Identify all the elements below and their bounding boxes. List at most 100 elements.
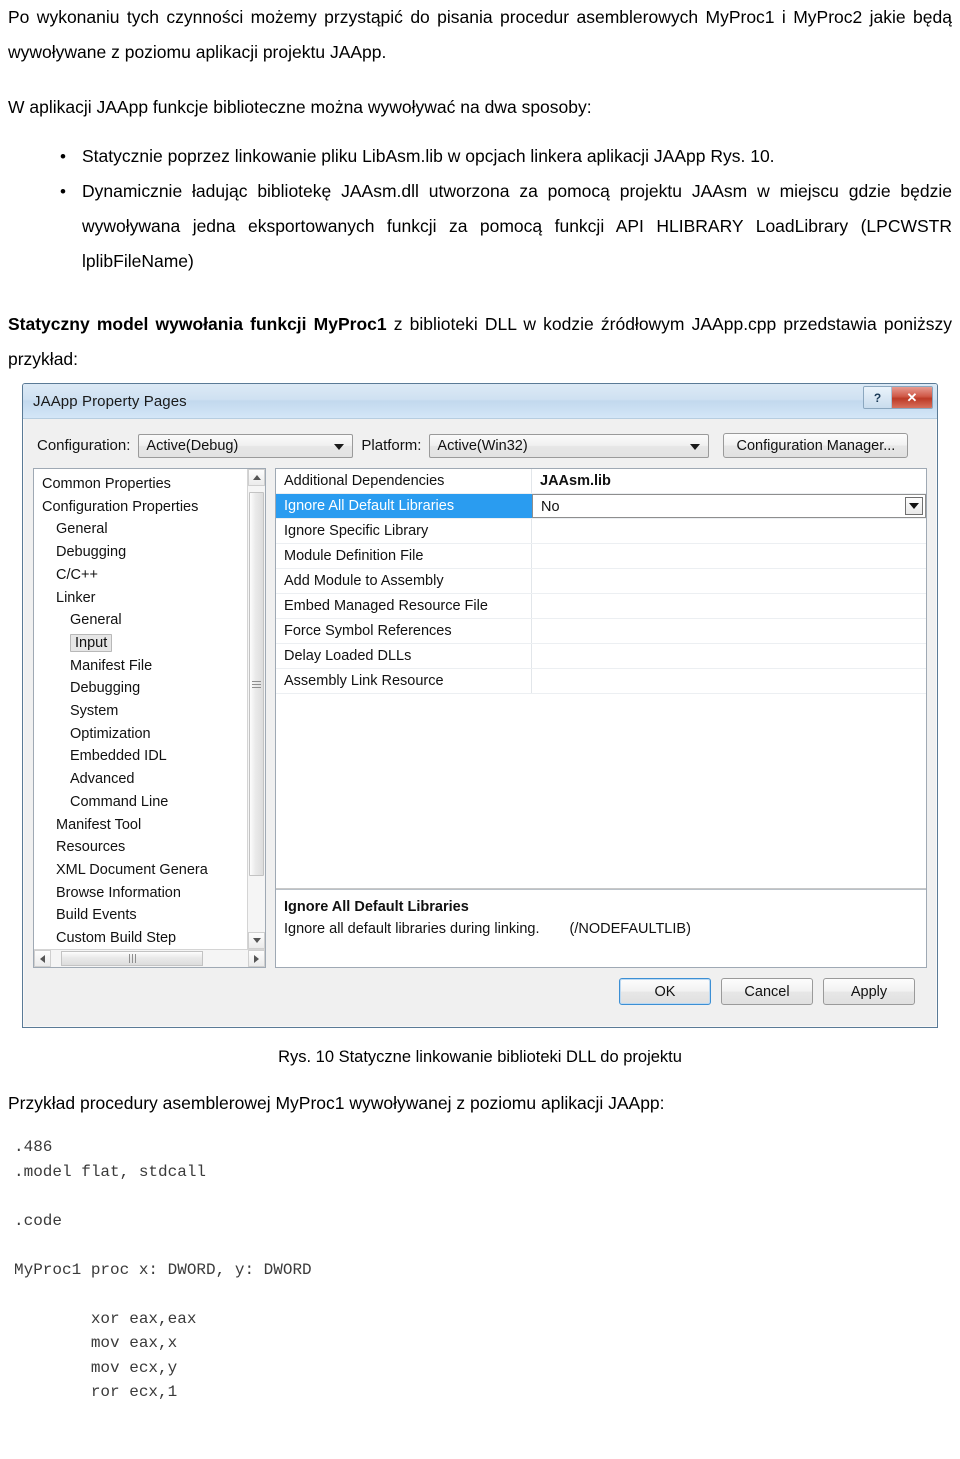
tree-item-general[interactable]: General [34,518,247,541]
table-row[interactable]: Ignore Specific Library [276,519,926,544]
tree-item-debugging[interactable]: Debugging [34,677,247,700]
property-value[interactable] [532,544,926,568]
tree-item-system[interactable]: System [34,700,247,723]
triangle-right-icon [254,954,259,963]
property-value[interactable]: No [532,494,926,518]
tree-item-label: Build Events [56,907,137,924]
chevron-down-icon [334,443,345,450]
scroll-up-icon[interactable] [248,469,265,486]
property-value[interactable] [532,594,926,618]
tree-item-embedded-idl[interactable]: Embedded IDL [34,745,247,768]
configuration-value: Active(Debug) [146,437,239,454]
tree-item-label: Common Properties [42,476,171,492]
triangle-left-icon [40,954,45,963]
tree-item-label: Custom Build Step [56,930,177,947]
property-name: Ignore All Default Libraries [276,494,532,518]
property-value[interactable] [532,644,926,668]
scroll-right-icon[interactable] [248,950,265,967]
tree-item-label: Debugging [70,680,141,697]
property-value[interactable] [532,519,926,543]
property-name: Add Module to Assembly [276,569,532,593]
description-text: Ignore all default libraries during link… [284,921,540,937]
table-row[interactable]: Add Module to Assembly [276,569,926,594]
tree-item-label: Debugging [56,544,127,561]
dialog-titlebar[interactable]: JAApp Property Pages ? ✕ [23,384,937,419]
tree-item-configuration-properties[interactable]: Configuration Properties [34,496,247,519]
table-row[interactable]: Additional Dependencies JAAsm.lib [276,469,926,494]
tree-horizontal-scrollbar[interactable] [34,949,265,967]
tree-item-manifest-file[interactable]: Manifest File [34,655,247,678]
hscroll-thumb[interactable] [61,951,203,966]
grip-icon [128,954,136,963]
triangle-down-icon [252,938,261,943]
grip-icon [252,680,261,688]
table-row[interactable]: Force Symbol References [276,619,926,644]
configuration-manager-button[interactable]: Configuration Manager... [723,433,909,458]
table-row[interactable]: Module Definition File [276,544,926,569]
window-buttons: ? ✕ [863,386,933,409]
close-icon[interactable]: ✕ [892,387,932,408]
hscroll-track[interactable] [51,950,248,967]
dialog-panes: Common Properties Configuration Propertie… [33,468,927,968]
table-row[interactable]: Delay Loaded DLLs [276,644,926,669]
tree-item-general[interactable]: General [34,609,247,632]
description-text-row: Ignore all default libraries during link… [284,918,918,940]
ok-button[interactable]: OK [619,978,711,1005]
configuration-combobox[interactable]: Active(Debug) [138,433,354,458]
property-tree-panel[interactable]: Common Properties Configuration Propertie… [33,468,266,968]
tree-item-xml-document-genera[interactable]: XML Document Genera [34,859,247,882]
tree-item-label: Command Line [70,793,169,810]
tree-items: Common Properties Configuration Propertie… [34,469,247,949]
table-row[interactable]: Assembly Link Resource [276,669,926,694]
tree-item-advanced[interactable]: Advanced [34,768,247,791]
tree-item-resources[interactable]: Resources [34,836,247,859]
property-name: Additional Dependencies [276,469,532,493]
tree-item-linker[interactable]: Linker [34,587,247,610]
tree-item-manifest-tool[interactable]: Manifest Tool [34,814,247,837]
tree-inner: Common Properties Configuration Propertie… [34,469,265,949]
tree-item-input[interactable]: Input [34,632,247,655]
tree-item-command-line[interactable]: Command Line [34,791,247,814]
list-item: Statycznie poprzez linkowanie pliku LibA… [60,139,952,174]
apply-button[interactable]: Apply [823,978,915,1005]
tree-item-c-c[interactable]: C/C++ [34,564,247,587]
property-value[interactable] [532,619,926,643]
help-icon[interactable]: ? [864,387,892,408]
property-dropdown-button[interactable] [905,497,923,515]
tree-item-common-properties[interactable]: Common Properties [34,473,247,496]
cancel-button[interactable]: Cancel [721,978,813,1005]
scroll-left-icon[interactable] [34,950,51,967]
property-grid[interactable]: Additional Dependencies JAAsm.lib Ignore A… [276,469,926,889]
property-value[interactable] [532,569,926,593]
scroll-track[interactable] [248,486,265,932]
tree-item-browse-information[interactable]: Browse Information [34,882,247,905]
table-row[interactable]: Embed Managed Resource File [276,594,926,619]
table-row[interactable]: Ignore All Default Libraries No [276,494,926,519]
tree-item-custom-build-step[interactable]: Custom Build Step [34,927,247,949]
tree-item-optimization[interactable]: Optimization [34,723,247,746]
tree-item-label: Browse Information [56,884,181,901]
platform-combobox[interactable]: Active(Win32) [429,433,710,458]
property-name: Delay Loaded DLLs [276,644,532,668]
property-description: Ignore All Default Libraries Ignore all … [276,889,926,967]
tree-vertical-scrollbar[interactable] [247,469,265,949]
tree-item-build-events[interactable]: Build Events [34,904,247,927]
property-value[interactable] [532,669,926,693]
scroll-thumb[interactable] [249,492,264,876]
tree-item-label: Input [70,633,113,652]
property-name: Embed Managed Resource File [276,594,532,618]
list-item: Dynamicznie ładując bibliotekę JAAsm.dll… [60,174,952,279]
tree-item-debugging[interactable]: Debugging [34,541,247,564]
property-value-text: No [541,499,560,515]
property-value[interactable]: JAAsm.lib [532,469,926,493]
property-name: Module Definition File [276,544,532,568]
chevron-down-icon [690,443,701,450]
paragraph-two-ways: W aplikacji JAApp funkcje biblioteczne m… [8,97,592,117]
scroll-down-icon[interactable] [248,932,265,949]
description-title: Ignore All Default Libraries [284,899,469,915]
triangle-up-icon [252,475,261,480]
